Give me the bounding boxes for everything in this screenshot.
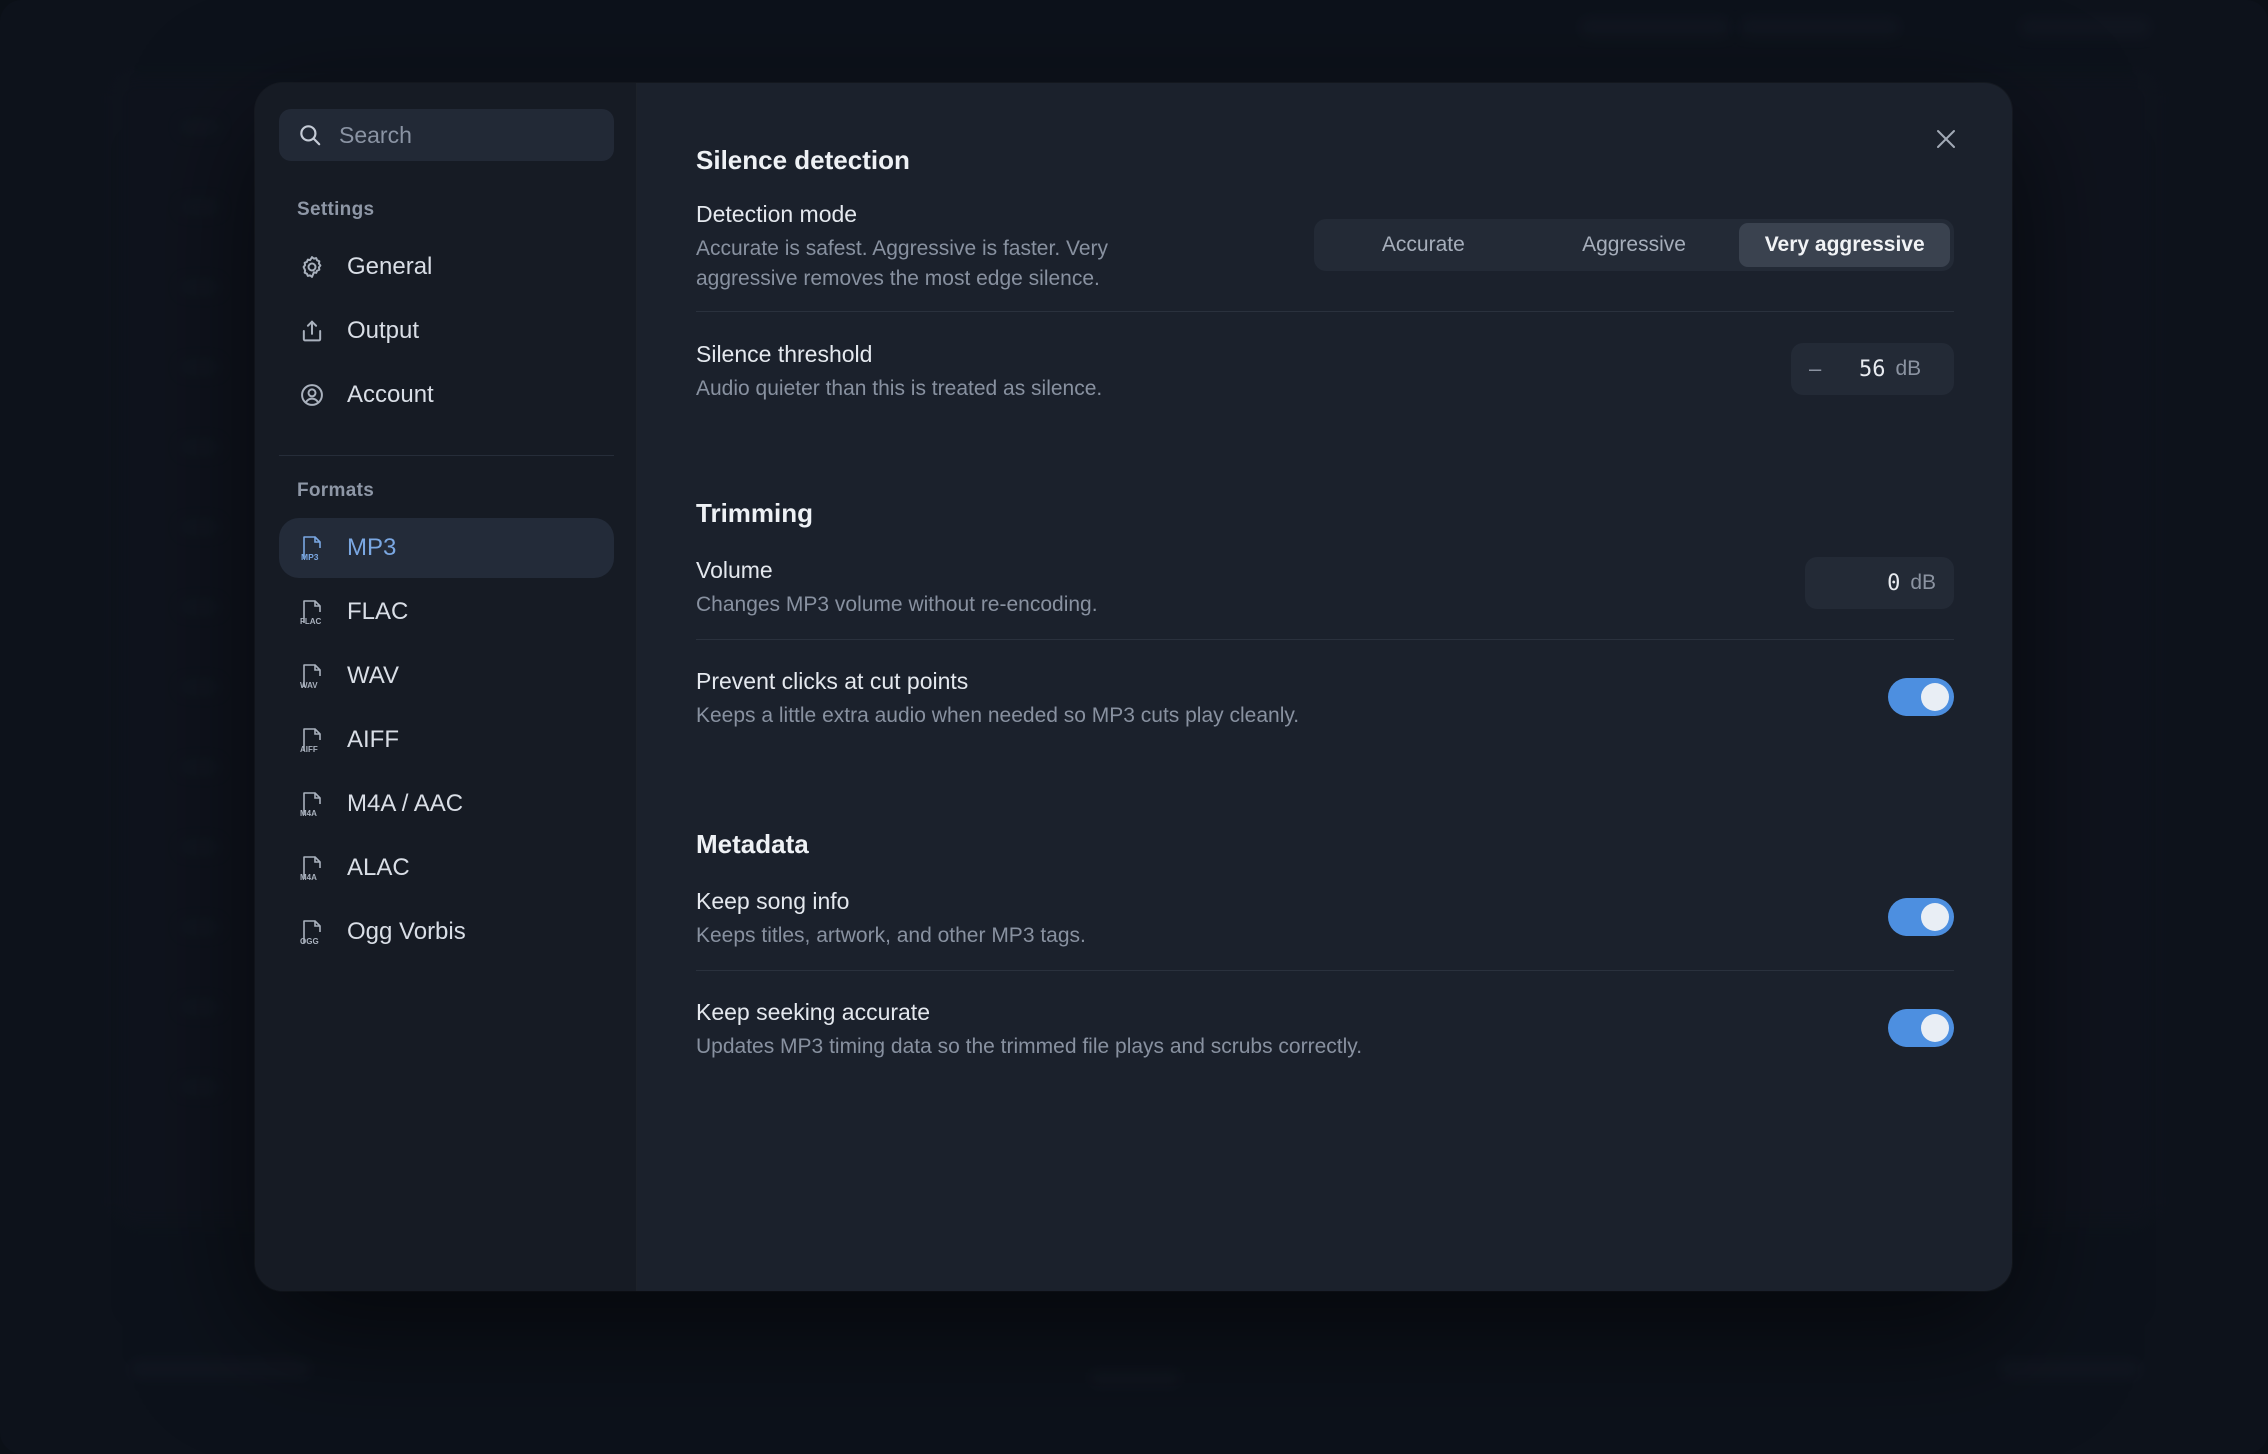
prevent-clicks-row: Prevent clicks at cut points Keeps a lit…	[696, 666, 1954, 731]
svg-text:M4A: M4A	[300, 809, 317, 818]
row-separator	[696, 970, 1954, 971]
silence-detection-title: Silence detection	[696, 145, 910, 175]
sidebar-item-label: M4A / AAC	[347, 790, 464, 817]
svg-text:MP3: MP3	[301, 552, 319, 562]
keep-seeking-accurate-label: Keep seeking accurate	[696, 999, 930, 1025]
sidebar-item-aiff[interactable]: AIFF AIFF	[279, 710, 614, 770]
m4a-file-icon: M4A	[297, 853, 327, 883]
sidebar-item-label: Output	[347, 317, 420, 344]
prevent-clicks-toggle[interactable]	[1888, 678, 1954, 716]
threshold-value[interactable]: 56	[1859, 357, 1886, 382]
sidebar-item-mp3[interactable]: MP3 MP3	[279, 518, 614, 578]
mode-option-very-aggressive[interactable]: Very aggressive	[1739, 223, 1951, 267]
volume-unit: dB	[1910, 571, 1936, 594]
svg-text:WAV: WAV	[300, 681, 318, 690]
search-input[interactable]	[339, 121, 596, 149]
sidebar-divider	[279, 455, 614, 456]
keep-song-info-description: Keeps titles, artwork, and other MP3 tag…	[696, 924, 1086, 947]
svg-text:FLAC: FLAC	[300, 617, 322, 626]
flac-file-icon: FLAC	[297, 597, 327, 627]
row-separator	[696, 311, 1954, 312]
m4a-file-icon: M4A	[297, 789, 327, 819]
search-box[interactable]	[279, 109, 614, 161]
prevent-clicks-description: Keeps a little extra audio when needed s…	[696, 704, 1300, 727]
settings-content: Silence detection Detection mode Accurat…	[637, 83, 2012, 1291]
settings-section-label: Settings	[297, 199, 375, 220]
svg-text:OGG: OGG	[300, 937, 319, 946]
aiff-file-icon: AIFF	[297, 725, 327, 755]
sidebar-item-label: ALAC	[347, 854, 410, 881]
description-line: Accurate is safest. Aggressive is faster…	[696, 237, 1109, 260]
decrement-button[interactable]: –	[1809, 356, 1849, 382]
sidebar-item-wav[interactable]: WAV WAV	[279, 646, 614, 706]
detection-mode-row: Detection mode Accurate is safest. Aggre…	[696, 199, 1954, 311]
description-line: aggressive removes the most edge silence…	[696, 267, 1100, 290]
sidebar-item-label: WAV	[347, 662, 399, 689]
ogg-file-icon: OGG	[297, 917, 327, 947]
detection-mode-label: Detection mode	[696, 201, 858, 227]
settings-sidebar: Settings General Output Account Formats …	[255, 83, 637, 1291]
share-icon	[297, 316, 327, 346]
sidebar-item-label: General	[347, 253, 433, 280]
sidebar-item-alac[interactable]: M4A ALAC	[279, 838, 614, 898]
keep-song-info-toggle[interactable]	[1888, 898, 1954, 936]
detection-mode-description: Accurate is safest. Aggressive is faster…	[696, 234, 1108, 294]
volume-value[interactable]: 0	[1887, 571, 1900, 596]
detection-mode-segmented-control[interactable]: Accurate Aggressive Very aggressive	[1314, 219, 1954, 271]
svg-text:M4A: M4A	[300, 873, 317, 882]
close-button[interactable]	[1928, 121, 1964, 157]
keep-seeking-accurate-description: Updates MP3 timing data so the trimmed f…	[696, 1035, 1363, 1058]
prevent-clicks-label: Prevent clicks at cut points	[696, 668, 969, 694]
formats-section-label: Formats	[297, 480, 375, 501]
sidebar-item-label: Ogg Vorbis	[347, 918, 466, 945]
svg-text:AIFF: AIFF	[300, 745, 318, 754]
mode-option-aggressive[interactable]: Aggressive	[1529, 223, 1740, 267]
settings-dialog: Settings General Output Account Formats …	[255, 83, 2012, 1291]
gear-icon	[297, 252, 327, 282]
keep-seeking-accurate-row: Keep seeking accurate Updates MP3 timing…	[696, 997, 1954, 1062]
mp3-file-icon: MP3	[297, 533, 327, 563]
row-separator	[696, 639, 1954, 640]
trimming-title: Trimming	[696, 498, 814, 528]
keep-song-info-row: Keep song info Keeps titles, artwork, an…	[696, 886, 1954, 970]
sidebar-item-m4a-aac[interactable]: M4A M4A / AAC	[279, 774, 614, 834]
silence-threshold-description: Audio quieter than this is treated as si…	[696, 377, 1103, 400]
wav-file-icon: WAV	[297, 661, 327, 691]
volume-label: Volume	[696, 557, 773, 583]
sidebar-item-label: MP3	[347, 534, 397, 561]
mode-option-accurate[interactable]: Accurate	[1318, 223, 1529, 267]
sidebar-item-account[interactable]: Account	[279, 365, 614, 425]
close-icon	[1937, 130, 1955, 148]
sidebar-item-label: AIFF	[347, 726, 399, 753]
keep-song-info-label: Keep song info	[696, 888, 850, 914]
volume-input[interactable]: 0 dB	[1805, 557, 1954, 609]
silence-threshold-stepper[interactable]: – 56 dB	[1791, 343, 1954, 395]
silence-threshold-row: Silence threshold Audio quieter than thi…	[696, 339, 1954, 404]
threshold-unit: dB	[1895, 357, 1922, 380]
sidebar-item-output[interactable]: Output	[279, 301, 614, 361]
search-icon	[300, 125, 321, 146]
keep-seeking-accurate-toggle[interactable]	[1888, 1009, 1954, 1047]
volume-row: Volume Changes MP3 volume without re-enc…	[696, 555, 1954, 639]
metadata-title: Metadata	[696, 829, 809, 859]
sidebar-item-label: FLAC	[347, 598, 409, 625]
sidebar-item-general[interactable]: General	[279, 237, 614, 297]
silence-threshold-label: Silence threshold	[696, 341, 873, 367]
sidebar-item-flac[interactable]: FLAC FLAC	[279, 582, 614, 642]
volume-description: Changes MP3 volume without re-encoding.	[696, 593, 1098, 616]
user-circle-icon	[297, 380, 327, 410]
sidebar-item-label: Account	[347, 381, 434, 408]
sidebar-item-ogg-vorbis[interactable]: OGG Ogg Vorbis	[279, 902, 614, 962]
